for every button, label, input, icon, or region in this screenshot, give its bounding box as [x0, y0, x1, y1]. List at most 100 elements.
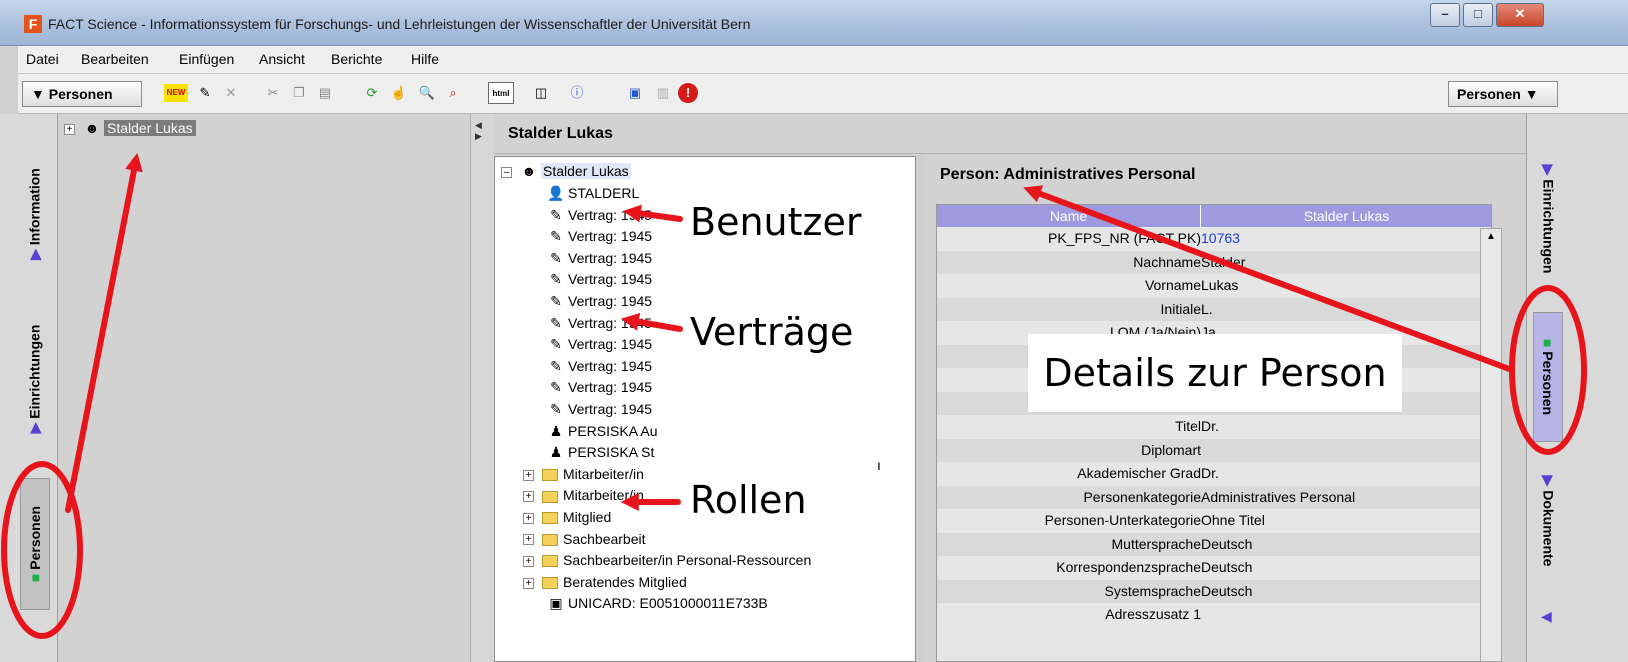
tree-item[interactable]: ✎ Vertrag: 1945 — [547, 269, 652, 290]
tab-personen[interactable]: ■ Personen — [20, 478, 50, 610]
table-row[interactable]: Titel Dr. — [937, 415, 1491, 439]
new-icon[interactable]: NEW — [164, 84, 188, 102]
row-key: Systemsprache — [1104, 582, 1201, 599]
menu-datei[interactable]: Datei — [26, 51, 59, 67]
tree-item[interactable]: + Sachbearbeiter/in Personal-Ressourcen — [523, 550, 811, 571]
person-icon: ☻ — [521, 163, 537, 179]
maximize-button[interactable]: □ — [1463, 3, 1493, 27]
html-export-icon[interactable]: html — [488, 82, 514, 104]
row-key: Titel — [1175, 418, 1201, 434]
row-key: Muttersprache — [1111, 535, 1201, 552]
object-type-combo[interactable]: ▼ Personen — [22, 81, 142, 107]
tree-item[interactable]: + Mitarbeiter/in — [523, 485, 644, 506]
row-key: Adresszusatz 1 — [1105, 606, 1201, 622]
column-header-name[interactable]: Name — [937, 205, 1201, 227]
copy-icon[interactable]: ❐ — [288, 82, 310, 104]
splitter[interactable]: ◀ ▶ — [470, 114, 494, 662]
cut-icon[interactable]: ✂ — [262, 82, 284, 104]
table-row[interactable]: Diplomart — [937, 438, 1491, 462]
tab-einrichtungen-right[interactable]: ▶ Einrichtungen — [1533, 144, 1563, 294]
search-icon[interactable]: 🔍 — [416, 82, 438, 104]
scroll-up-icon[interactable]: ▲ — [1483, 231, 1499, 245]
collapse-arrows-icon[interactable]: ◀ ▶ — [475, 120, 482, 142]
tree-item[interactable]: ✎ Vertrag: 1945 — [547, 291, 652, 312]
tree-root[interactable]: – ☻ Stalder Lukas — [501, 161, 631, 182]
report-icon[interactable]: ▥ — [652, 82, 674, 104]
tree-item[interactable]: ✎ Vertrag: 1945 — [547, 313, 652, 334]
menu-bearbeiten[interactable]: Bearbeiten — [81, 51, 149, 67]
table-row[interactable]: Nachname Stalder — [937, 250, 1491, 274]
scrollbar[interactable]: ▲ — [1480, 228, 1502, 662]
tree-item[interactable]: ▣ UNICARD: E0051000011E733B — [547, 593, 767, 614]
tab-personen-right[interactable]: ■ Personen — [1533, 312, 1563, 442]
refresh-icon[interactable]: ⟳ — [361, 82, 383, 104]
folder-icon — [542, 469, 558, 482]
table-row[interactable]: Akademischer Grad Dr. — [937, 462, 1491, 486]
table-row[interactable]: Vorname Lukas — [937, 274, 1491, 298]
tree-item[interactable]: + Sachbearbeit — [523, 529, 646, 550]
table-row[interactable]: Personen-Unterkategorie Ohne Titel — [937, 509, 1491, 533]
tree-item[interactable]: ✎ Vertrag: 1945 — [547, 377, 652, 398]
expand-icon[interactable]: + — [523, 512, 534, 524]
tree-item-label: STALDERL — [568, 185, 640, 201]
word-export-icon[interactable]: ▣ — [624, 82, 646, 104]
column-header-value[interactable]: Stalder Lukas — [1201, 205, 1491, 227]
tree-item-label: Mitarbeiter/in — [563, 487, 644, 504]
tree-item[interactable]: + Mitglied — [523, 507, 611, 528]
paste-icon[interactable]: ▤ — [314, 82, 336, 104]
layout-icon[interactable]: ◫ — [530, 82, 552, 104]
expand-icon[interactable]: + — [523, 491, 534, 503]
tree-item[interactable]: ✎ Vertrag: 1945 — [547, 356, 652, 377]
delete-icon[interactable]: ✕ — [220, 82, 242, 104]
tree-item[interactable]: ✎ Vertrag: 1945 — [547, 399, 652, 420]
row-key: Initiale — [1160, 300, 1201, 317]
list-item[interactable]: + ☻ Stalder Lukas — [64, 118, 196, 139]
expand-icon[interactable]: + — [523, 469, 534, 481]
tree-item-label: Vertrag: 1945 — [568, 357, 653, 374]
row-key: Personenkategorie — [1083, 488, 1201, 505]
table-row[interactable]: Initiale L. — [937, 297, 1491, 321]
menu-einfuegen[interactable]: Einfügen — [179, 51, 234, 67]
page-title: Stalder Lukas — [494, 114, 1526, 154]
table-row[interactable]: Personenkategorie Administratives Persona… — [937, 485, 1491, 509]
expand-icon[interactable]: + — [523, 555, 534, 567]
help-icon[interactable]: ⓘ — [566, 82, 588, 104]
info-alert-icon[interactable]: ! — [678, 83, 698, 103]
tree-item-label: Vertrag: 1945 — [568, 293, 653, 309]
tab-dokumente-right[interactable]: ▶ Dokumente — [1533, 456, 1563, 586]
tree-item[interactable]: ✎ Vertrag: 1945 — [547, 226, 652, 247]
collapse-icon[interactable]: – — [501, 166, 512, 178]
menu-berichte[interactable]: Berichte — [331, 51, 382, 67]
hand-icon[interactable]: ☝ — [388, 82, 410, 104]
expand-icon[interactable]: + — [523, 534, 534, 546]
tree-item[interactable]: ♟ PERSISKA Au — [547, 421, 658, 442]
tree-item[interactable]: 👤 STALDERL — [547, 183, 639, 204]
edit-tool-icon[interactable]: ✎ — [194, 82, 216, 104]
tree-item[interactable]: + Beratendes Mitglied — [523, 572, 687, 593]
filter-search-icon[interactable]: ⌕ — [442, 82, 464, 104]
tree-item-label: Mitglied — [563, 509, 612, 525]
table-row[interactable]: Systemsprache Deutsch — [937, 579, 1491, 603]
tab-information[interactable]: ▶ Information — [20, 144, 50, 284]
menu-ansicht[interactable]: Ansicht — [259, 51, 305, 67]
table-row[interactable]: Adresszusatz 1 — [937, 603, 1491, 627]
tree-item-label: Mitarbeiter/in — [563, 465, 644, 482]
minimize-button[interactable]: – — [1430, 3, 1460, 27]
tree-item[interactable]: + Mitarbeiter/in — [523, 464, 644, 485]
table-row[interactable]: PK_FPS_NR (FACT PK) 10763 — [937, 227, 1491, 251]
tab-einrichtungen[interactable]: ▶ Einrichtungen — [20, 304, 50, 454]
menu-hilfe[interactable]: Hilfe — [411, 51, 439, 67]
tree-item[interactable]: ✎ Vertrag: 1945 — [547, 205, 652, 226]
table-row[interactable]: Korrespondenzsprache Deutsch — [937, 556, 1491, 580]
close-button[interactable]: ✕ — [1496, 3, 1544, 27]
row-key: Personen-Unterkategorie — [1044, 512, 1201, 528]
row-value[interactable]: 10763 — [1201, 227, 1240, 250]
expand-icon[interactable]: + — [523, 577, 534, 589]
expand-icon[interactable]: + — [64, 123, 75, 135]
right-object-combo[interactable]: Personen ▼ — [1448, 81, 1558, 107]
tree-item[interactable]: ✎ Vertrag: 1945 — [547, 334, 652, 355]
tree-item[interactable]: ♟ PERSISKA St — [547, 442, 655, 463]
table-row[interactable]: Muttersprache Deutsch — [937, 532, 1491, 556]
expand-triangle-icon[interactable]: ◀ — [1541, 608, 1552, 625]
tree-item[interactable]: ✎ Vertrag: 1945 — [547, 248, 652, 269]
